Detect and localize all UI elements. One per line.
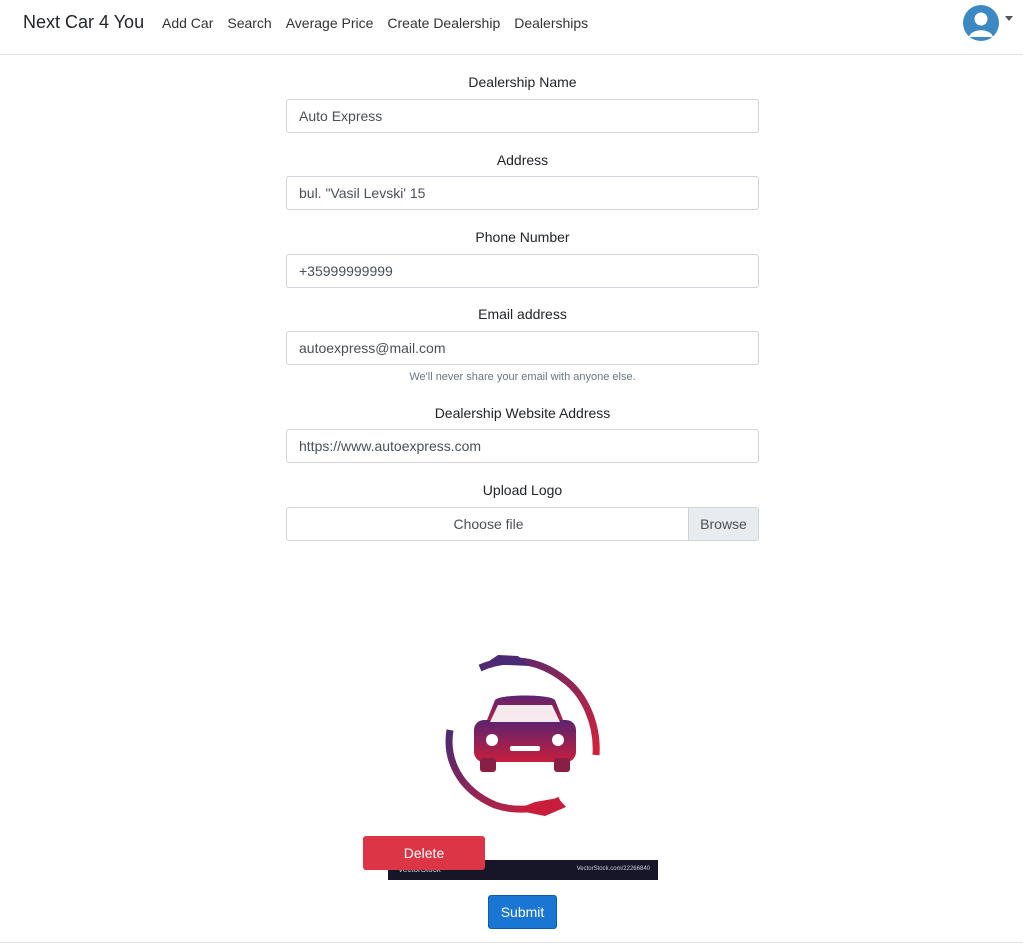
upload-logo-label: Upload Logo <box>482 482 563 498</box>
dealership-name-input[interactable]: Auto Express <box>286 99 759 133</box>
user-avatar-icon[interactable] <box>963 5 999 41</box>
browse-button[interactable]: Browse <box>688 508 758 540</box>
submit-button[interactable]: Submit <box>488 895 557 929</box>
email-input[interactable]: autoexpress@mail.com <box>286 331 759 365</box>
nav-links: Add Car Search Average Price Create Deal… <box>162 15 588 31</box>
brand-link[interactable]: Next Car 4 You <box>23 12 144 33</box>
nav-dealerships[interactable]: Dealerships <box>514 15 588 31</box>
dealership-name-label: Dealership Name <box>468 74 577 90</box>
delete-logo-button[interactable]: Delete <box>363 836 485 870</box>
website-label: Dealership Website Address <box>434 405 611 421</box>
email-help-text: We'll never share your email with anyone… <box>409 371 636 383</box>
dealership-logo-image <box>440 650 610 820</box>
footer-divider <box>0 942 1023 943</box>
top-navbar: Next Car 4 You Add Car Search Average Pr… <box>0 0 1023 55</box>
nav-average-price[interactable]: Average Price <box>286 15 374 31</box>
nav-search[interactable]: Search <box>227 15 271 31</box>
nav-create-dealership[interactable]: Create Dealership <box>387 15 500 31</box>
choose-file-text[interactable]: Choose file <box>287 508 690 540</box>
phone-label: Phone Number <box>475 229 570 245</box>
nav-add-car[interactable]: Add Car <box>162 15 213 31</box>
address-label: Address <box>496 152 549 168</box>
address-input[interactable]: bul. "Vasil Levski' 15 <box>286 176 759 210</box>
email-label: Email address <box>478 306 567 322</box>
phone-input[interactable]: +35999999999 <box>286 254 759 288</box>
watermark-right-text: VectorStock.com/22266840 <box>576 866 650 872</box>
chevron-down-icon[interactable] <box>1005 16 1013 21</box>
website-input[interactable]: https://www.autoexpress.com <box>286 429 759 463</box>
logo-file-input[interactable]: Choose file Browse <box>286 507 759 541</box>
